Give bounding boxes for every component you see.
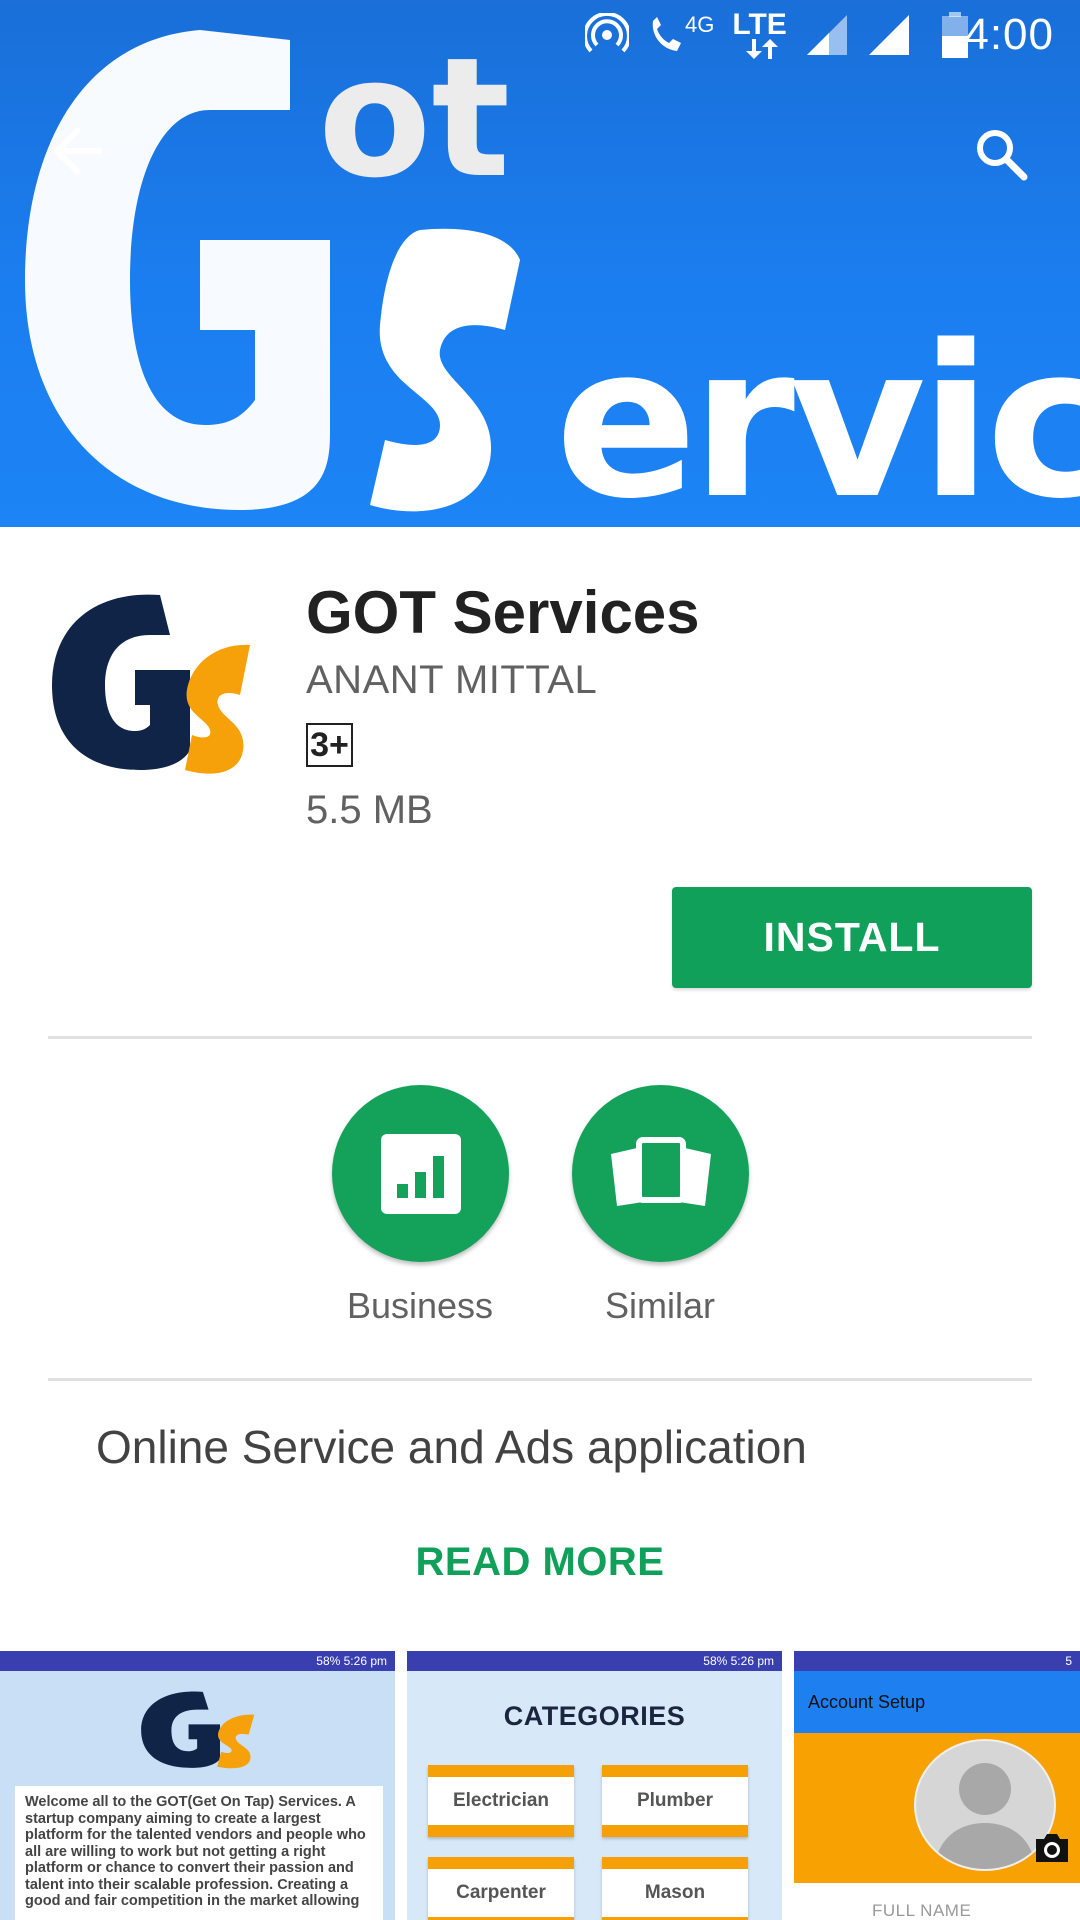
hotspot-icon bbox=[585, 11, 629, 59]
signal-icon-1 bbox=[805, 11, 849, 59]
app-icon bbox=[50, 585, 260, 775]
bar-chart-icon bbox=[380, 1133, 461, 1214]
app-size: 5.5 MB bbox=[306, 788, 433, 832]
status-icons: 4G LTE bbox=[585, 10, 969, 60]
search-button[interactable] bbox=[972, 125, 1032, 185]
category-item: Mason bbox=[602, 1857, 748, 1920]
camera-icon bbox=[1036, 1834, 1068, 1862]
screenshot-thumbnail[interactable]: 58% 5:26 pm Welcome all to the GOT(Get O… bbox=[0, 1651, 395, 1920]
welcome-text: Welcome all to the GOT(Get On Tap) Servi… bbox=[15, 1786, 383, 1920]
screenshot-status-bar: 5 bbox=[794, 1651, 1080, 1671]
install-button[interactable]: INSTALL bbox=[672, 887, 1032, 988]
divider bbox=[48, 1036, 1032, 1039]
category-item: Electrician bbox=[428, 1765, 574, 1837]
signal-icon-2 bbox=[867, 11, 911, 59]
categories-title: CATEGORIES bbox=[503, 1701, 686, 1731]
divider bbox=[48, 1378, 1032, 1381]
business-category-button[interactable] bbox=[332, 1085, 509, 1262]
screenshot-status-bar: 58% 5:26 pm bbox=[407, 1651, 782, 1671]
full-name-field: FULL NAME bbox=[872, 1901, 972, 1920]
similar-apps-label: Similar bbox=[604, 1285, 715, 1326]
business-category-label: Business bbox=[346, 1285, 494, 1326]
screenshot-status-bar: 58% 5:26 pm bbox=[0, 1651, 395, 1671]
screenshot-thumbnail[interactable]: 58% 5:26 pm CATEGORIES Electrician Plumb… bbox=[407, 1651, 782, 1920]
category-item: Plumber bbox=[602, 1765, 748, 1837]
screenshot-logo bbox=[141, 1691, 255, 1769]
category-item: Carpenter bbox=[428, 1857, 574, 1920]
banner-logo-graphic: ot ervices bbox=[25, 22, 1080, 527]
volte-call-icon: 4G bbox=[647, 11, 714, 59]
app-title: GOT Services bbox=[306, 579, 700, 646]
content-rating-badge[interactable]: 3+ bbox=[306, 723, 353, 767]
screenshot-thumbnail[interactable]: 5 Account Setup FULL NAME bbox=[794, 1651, 1080, 1920]
app-description: Online Service and Ads application bbox=[96, 1421, 807, 1473]
app-banner: ot ervices bbox=[0, 0, 1080, 527]
status-bar: 4G LTE 4:00 bbox=[0, 0, 1080, 72]
read-more-link[interactable]: READ MORE bbox=[0, 1540, 1080, 1585]
account-setup-bar: Account Setup bbox=[794, 1671, 1080, 1733]
similar-apps-button[interactable] bbox=[572, 1085, 749, 1262]
lte-data-icon: LTE bbox=[732, 10, 787, 59]
svg-text:ervices: ervices bbox=[555, 300, 1080, 527]
status-clock: 4:00 bbox=[964, 10, 1054, 59]
cards-icon bbox=[610, 1136, 711, 1206]
back-button[interactable] bbox=[48, 120, 110, 182]
arrow-back-icon bbox=[53, 127, 102, 175]
search-icon bbox=[977, 130, 1028, 181]
developer-link[interactable]: ANANT MITTAL bbox=[306, 658, 597, 703]
